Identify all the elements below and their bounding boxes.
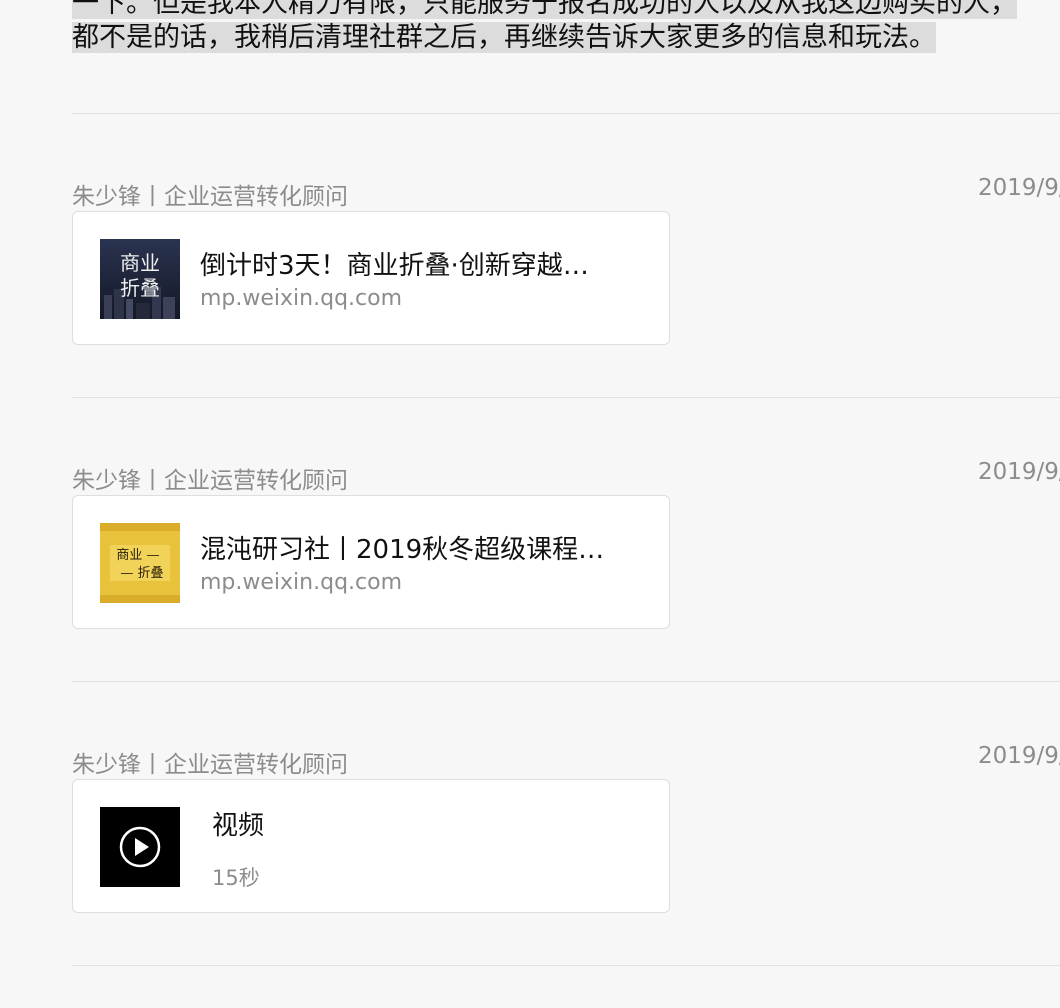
video-label: 视频 [212, 811, 265, 841]
thumb-text-1: 商业 [120, 251, 160, 275]
video-duration: 15秒 [212, 866, 260, 890]
divider [72, 965, 1060, 966]
article-thumbnail: 商业 折叠 [100, 239, 180, 319]
divider [72, 681, 1060, 682]
video-thumbnail [100, 807, 180, 887]
card-title: 倒计时3天！商业折叠·创新穿越季：2019秋冬超级课… [200, 251, 610, 281]
sender-name: 朱少锋丨企业运营转化顾问 [72, 752, 348, 778]
thumb-text-1: 商业 — [116, 548, 159, 563]
message-time: 2019/9/ [978, 175, 1060, 201]
message-time: 2019/9/ [978, 459, 1060, 485]
message-line-1: 一下。但是我本人精力有限，只能服务于报名成功的人以及从我这边购买的人， [72, 0, 1017, 19]
message-item: 朱少锋丨企业运营转化顾问 2019/9/ 商业 — — 折叠 混沌研习社丨201… [0, 413, 1060, 697]
message-item: 朱少锋丨企业运营转化顾问 2019/9/ 视频 15秒 [0, 697, 1060, 981]
thumb-text-2: 折叠 [120, 276, 160, 300]
chat-history-view: 一下。但是我本人精力有限，只能服务于报名成功的人以及从我这边购买的人， 都不是的… [0, 0, 1060, 1008]
message-text[interactable]: 一下。但是我本人精力有限，只能服务于报名成功的人以及从我这边购买的人， 都不是的… [72, 0, 1060, 55]
sender-name: 朱少锋丨企业运营转化顾问 [72, 468, 348, 494]
link-card[interactable]: 商业 折叠 倒计时3天！商业折叠·创新穿越季：2019秋冬超级课… mp.wei… [72, 211, 670, 345]
message-time: 2019/9/ [978, 743, 1060, 769]
divider [72, 113, 1060, 114]
video-card[interactable]: 视频 15秒 [72, 779, 670, 913]
card-source: mp.weixin.qq.com [200, 286, 403, 311]
play-icon [119, 826, 161, 868]
article-thumbnail: 商业 — — 折叠 [100, 523, 180, 603]
divider [72, 397, 1060, 398]
thumb-text-2: — 折叠 [120, 566, 163, 581]
message-item: 朱少锋丨企业运营转化顾问 2019/9/ 商业 折叠 倒计时3天！商业折叠·创新… [0, 129, 1060, 413]
message-line-2: 都不是的话，我稍后清理社群之后，再继续告诉大家更多的信息和玩法。 [72, 22, 936, 53]
sender-name: 朱少锋丨企业运营转化顾问 [72, 184, 348, 210]
card-title: 混沌研习社丨2019秋冬超级课程——商业折叠… [200, 535, 610, 565]
card-source: mp.weixin.qq.com [200, 570, 403, 595]
link-card[interactable]: 商业 — — 折叠 混沌研习社丨2019秋冬超级课程——商业折叠… mp.wei… [72, 495, 670, 629]
